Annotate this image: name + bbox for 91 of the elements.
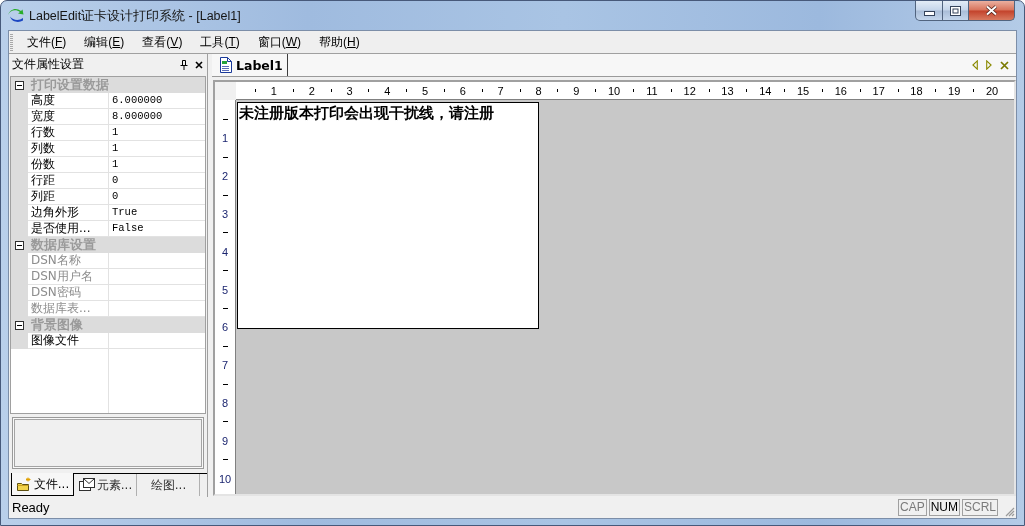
ruler-number: 16 [834, 84, 847, 97]
minimize-button[interactable] [915, 1, 943, 21]
envelope-icon [78, 478, 95, 492]
property-value-field[interactable] [108, 285, 205, 301]
menu-item[interactable]: 工具(T) [191, 33, 249, 51]
category-label: 打印设置数据 [29, 77, 109, 94]
property-name: DSN名称 [28, 253, 108, 269]
collapse-icon[interactable] [15, 80, 24, 90]
property-name: 高度 [28, 93, 108, 109]
collapse-icon[interactable] [15, 240, 24, 250]
panel-tab[interactable]: 绘图... [137, 473, 200, 496]
property-value-field[interactable]: True [108, 205, 205, 221]
menu-item[interactable]: 窗口(W) [248, 33, 311, 51]
ruler-number: 2 [221, 170, 229, 183]
ruler-number: 17 [872, 84, 885, 97]
right-arrow-icon[interactable] [986, 60, 992, 70]
menu-item[interactable]: 编辑(E) [75, 33, 134, 51]
panel-title: 文件属性设置 [12, 56, 84, 73]
document-tab[interactable]: Label1 [217, 54, 288, 76]
left-arrow-icon[interactable] [972, 60, 978, 70]
pin-icon[interactable] [180, 59, 188, 70]
key-indicator: NUM [928, 499, 960, 516]
property-value-field[interactable]: 6.000000 [108, 93, 205, 109]
notice-text: 未注册版本打印会出现干扰线，请注册 [239, 105, 494, 122]
size-grip-icon[interactable] [1004, 506, 1015, 517]
ruler-number: 10 [607, 84, 621, 97]
property-name: 列距 [28, 189, 108, 205]
ruler-number: 2 [308, 84, 315, 97]
property-name: DSN密码 [28, 285, 108, 301]
ruler-number: 3 [346, 84, 353, 97]
ruler-number: 4 [221, 245, 229, 258]
maximize-icon [950, 5, 961, 16]
ruler-number: 10 [218, 472, 232, 485]
ruler-number: 20 [985, 84, 999, 97]
menu-item[interactable]: 文件(F) [18, 33, 76, 51]
ruler-number: 6 [459, 84, 466, 97]
ruler-number: 8 [535, 84, 542, 97]
property-value-field[interactable]: 0 [108, 189, 205, 205]
ruler-number: 1 [270, 84, 277, 97]
property-name: 行数 [28, 125, 108, 141]
window-title: LabelEdit证卡设计打印系统 - [Label1] [29, 8, 241, 25]
property-name: DSN用户名 [28, 269, 108, 285]
panel-tab[interactable]: 元素... [74, 473, 137, 496]
document-icon [219, 57, 233, 73]
property-value-field[interactable]: 8.000000 [108, 109, 205, 125]
key-indicator: CAP [897, 499, 927, 516]
ruler-number: 9 [573, 84, 580, 97]
ruler-number: 1 [221, 132, 229, 145]
ruler-number: 7 [221, 359, 229, 372]
panel-tab[interactable]: 文件... [11, 473, 74, 496]
ruler-number: 15 [796, 84, 810, 97]
property-name: 行距 [28, 173, 108, 189]
property-value-field[interactable]: 0 [108, 173, 205, 189]
folder-icon [15, 477, 32, 491]
ruler-number: 9 [221, 434, 229, 447]
ruler-number: 3 [221, 208, 229, 220]
maximize-button[interactable] [943, 1, 969, 21]
ruler-number: 5 [221, 283, 229, 296]
property-name: 份数 [28, 157, 108, 173]
property-name: 列数 [28, 141, 108, 157]
property-value-field[interactable] [108, 253, 205, 269]
property-value-field[interactable] [108, 269, 205, 285]
menu-item[interactable]: 查看(V) [133, 33, 192, 51]
ruler-number: 18 [910, 84, 923, 97]
ruler-number: 6 [221, 321, 229, 334]
property-name: 宽度 [28, 109, 108, 125]
grip-icon[interactable] [10, 33, 13, 51]
key-indicator: SCRL [962, 499, 998, 516]
ruler-number: 11 [646, 84, 658, 97]
ruler-number: 7 [497, 84, 504, 97]
status-text: Ready [11, 500, 50, 515]
ruler-number: 4 [384, 84, 391, 97]
close-icon [985, 5, 998, 16]
menu-item[interactable]: 帮助(H) [310, 33, 369, 51]
ruler-number: 14 [759, 84, 772, 97]
close-icon[interactable] [195, 60, 203, 69]
minimize-icon [923, 11, 935, 16]
ruler-number: 8 [221, 396, 229, 409]
property-value-field[interactable]: 1 [108, 125, 205, 141]
property-name: 边角外形 [28, 205, 108, 221]
ruler-number: 12 [683, 84, 696, 97]
category-label: 背景图像 [30, 316, 83, 334]
property-value-field[interactable]: 1 [108, 157, 205, 173]
ruler-number: 19 [948, 84, 961, 97]
category-label: 数据库设置 [30, 236, 96, 254]
app-logo-icon [7, 8, 24, 23]
property-value-field[interactable]: 1 [108, 141, 205, 157]
ruler-number: 5 [422, 84, 429, 97]
collapse-icon[interactable] [15, 320, 24, 330]
ruler-number: 13 [721, 84, 734, 97]
close-button[interactable] [969, 1, 1015, 21]
